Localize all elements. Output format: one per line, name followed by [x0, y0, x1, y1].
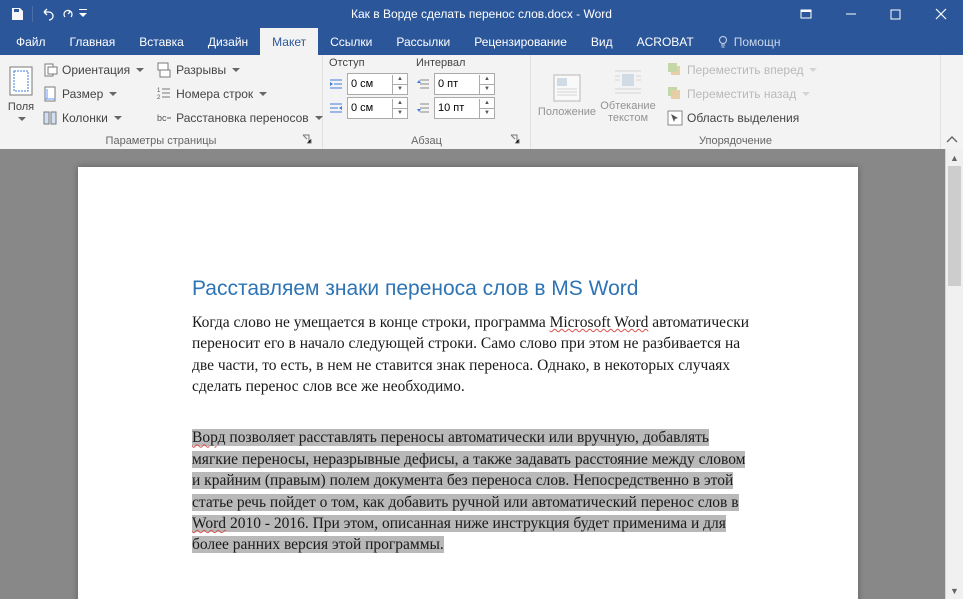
- position-button[interactable]: Положение: [537, 57, 597, 131]
- space-after-input[interactable]: ▲▼: [434, 97, 495, 119]
- indent-label: Отступ: [329, 57, 408, 71]
- tab-view[interactable]: Вид: [579, 28, 625, 55]
- spin-up[interactable]: ▲: [393, 99, 407, 109]
- margins-label: Поля: [8, 101, 34, 113]
- svg-text:2: 2: [157, 95, 161, 101]
- selection-pane-button[interactable]: Область выделения: [663, 107, 821, 129]
- line-numbers-label: Номера строк: [176, 87, 253, 101]
- position-label: Положение: [538, 106, 596, 118]
- maximize-button[interactable]: [873, 0, 918, 28]
- hyphenation-label: Расстановка переносов: [176, 111, 309, 125]
- indent-left-input[interactable]: ▲▼: [347, 73, 408, 95]
- page-setup-group-label: Параметры страницы: [106, 135, 217, 147]
- vertical-scrollbar[interactable]: ▲ ▼: [945, 149, 963, 599]
- indent-left-icon: [329, 77, 345, 91]
- paragraph-launcher[interactable]: [510, 134, 522, 146]
- spacing-label: Интервал: [416, 57, 495, 71]
- scroll-thumb[interactable]: [948, 166, 961, 286]
- forward-label: Переместить вперед: [687, 63, 803, 77]
- qat-separator: [32, 6, 33, 22]
- spin-up[interactable]: ▲: [480, 99, 494, 109]
- tab-mailings[interactable]: Рассылки: [384, 28, 462, 55]
- doc-paragraph-2-selected: Ворд позволяет расставлять переносы авто…: [192, 427, 754, 555]
- space-before-icon: [416, 77, 432, 91]
- orientation-label: Ориентация: [62, 63, 130, 77]
- wrap-icon: [612, 66, 644, 98]
- tab-review[interactable]: Рецензирование: [462, 28, 579, 55]
- svg-text:1: 1: [157, 88, 161, 94]
- selection-pane-icon: [667, 110, 683, 126]
- scroll-down-button[interactable]: ▼: [946, 582, 963, 599]
- wrap-text-button[interactable]: Обтекание текстом: [597, 57, 659, 131]
- line-numbers-icon: 12: [156, 86, 172, 102]
- tab-design[interactable]: Дизайн: [196, 28, 260, 55]
- qat-customize[interactable]: [77, 3, 89, 25]
- document-page[interactable]: Расставляем знаки переноса слов в MS Wor…: [78, 167, 858, 599]
- selection-pane-label: Область выделения: [687, 111, 799, 125]
- page-setup-launcher[interactable]: [302, 134, 314, 146]
- spin-up[interactable]: ▲: [480, 75, 494, 85]
- margins-icon: [6, 65, 36, 99]
- size-icon: [42, 86, 58, 102]
- tab-insert[interactable]: Вставка: [127, 28, 196, 55]
- backward-icon: [667, 86, 683, 102]
- tab-references[interactable]: Ссылки: [318, 28, 384, 55]
- redo-button[interactable]: [61, 3, 75, 25]
- save-button[interactable]: [6, 3, 28, 25]
- indent-right-icon: [329, 101, 345, 115]
- spin-down[interactable]: ▼: [393, 109, 407, 118]
- space-after-icon: [416, 101, 432, 115]
- arrange-group-label: Упорядочение: [537, 133, 934, 149]
- margins-button[interactable]: Поля: [6, 57, 36, 131]
- spin-up[interactable]: ▲: [393, 75, 407, 85]
- lightbulb-icon: [716, 35, 730, 49]
- tab-home[interactable]: Главная: [58, 28, 128, 55]
- tab-file[interactable]: Файл: [4, 28, 58, 55]
- orientation-icon: [42, 62, 58, 78]
- backward-label: Переместить назад: [687, 87, 796, 101]
- close-button[interactable]: [918, 0, 963, 28]
- columns-label: Колонки: [62, 111, 108, 125]
- hyphenation-icon: bc: [156, 110, 172, 126]
- send-backward-button[interactable]: Переместить назад: [663, 83, 821, 105]
- hyphenation-button[interactable]: bc Расстановка переносов: [152, 107, 327, 129]
- collapse-ribbon-button[interactable]: [946, 135, 958, 145]
- size-button[interactable]: Размер: [38, 83, 148, 105]
- line-numbers-button[interactable]: 12 Номера строк: [152, 83, 327, 105]
- scroll-up-button[interactable]: ▲: [946, 149, 963, 166]
- minimize-button[interactable]: [828, 0, 873, 28]
- forward-icon: [667, 62, 683, 78]
- tab-acrobat[interactable]: ACROBAT: [625, 28, 706, 55]
- spin-down[interactable]: ▼: [480, 109, 494, 118]
- tab-layout[interactable]: Макет: [260, 28, 318, 55]
- tell-me-label: Помощн: [734, 35, 781, 49]
- space-before-input[interactable]: ▲▼: [434, 73, 495, 95]
- doc-paragraph-1: Когда слово не умещается в конце строки,…: [192, 312, 754, 398]
- columns-button[interactable]: Колонки: [38, 107, 148, 129]
- breaks-icon: [156, 62, 172, 78]
- breaks-button[interactable]: Разрывы: [152, 59, 327, 81]
- undo-button[interactable]: [37, 3, 59, 25]
- ribbon-options-button[interactable]: [783, 0, 828, 28]
- columns-icon: [42, 110, 58, 126]
- position-icon: [551, 72, 583, 104]
- spin-down[interactable]: ▼: [480, 85, 494, 94]
- size-label: Размер: [62, 87, 103, 101]
- tell-me[interactable]: Помощн: [706, 28, 791, 55]
- breaks-label: Разрывы: [176, 63, 226, 77]
- svg-text:bc: bc: [157, 113, 167, 123]
- wrap-label: Обтекание текстом: [597, 100, 659, 124]
- spin-down[interactable]: ▼: [393, 85, 407, 94]
- paragraph-group-label: Абзац: [411, 135, 442, 147]
- orientation-button[interactable]: Ориентация: [38, 59, 148, 81]
- indent-right-input[interactable]: ▲▼: [347, 97, 408, 119]
- doc-heading: Расставляем знаки переноса слов в MS Wor…: [192, 275, 754, 304]
- bring-forward-button[interactable]: Переместить вперед: [663, 59, 821, 81]
